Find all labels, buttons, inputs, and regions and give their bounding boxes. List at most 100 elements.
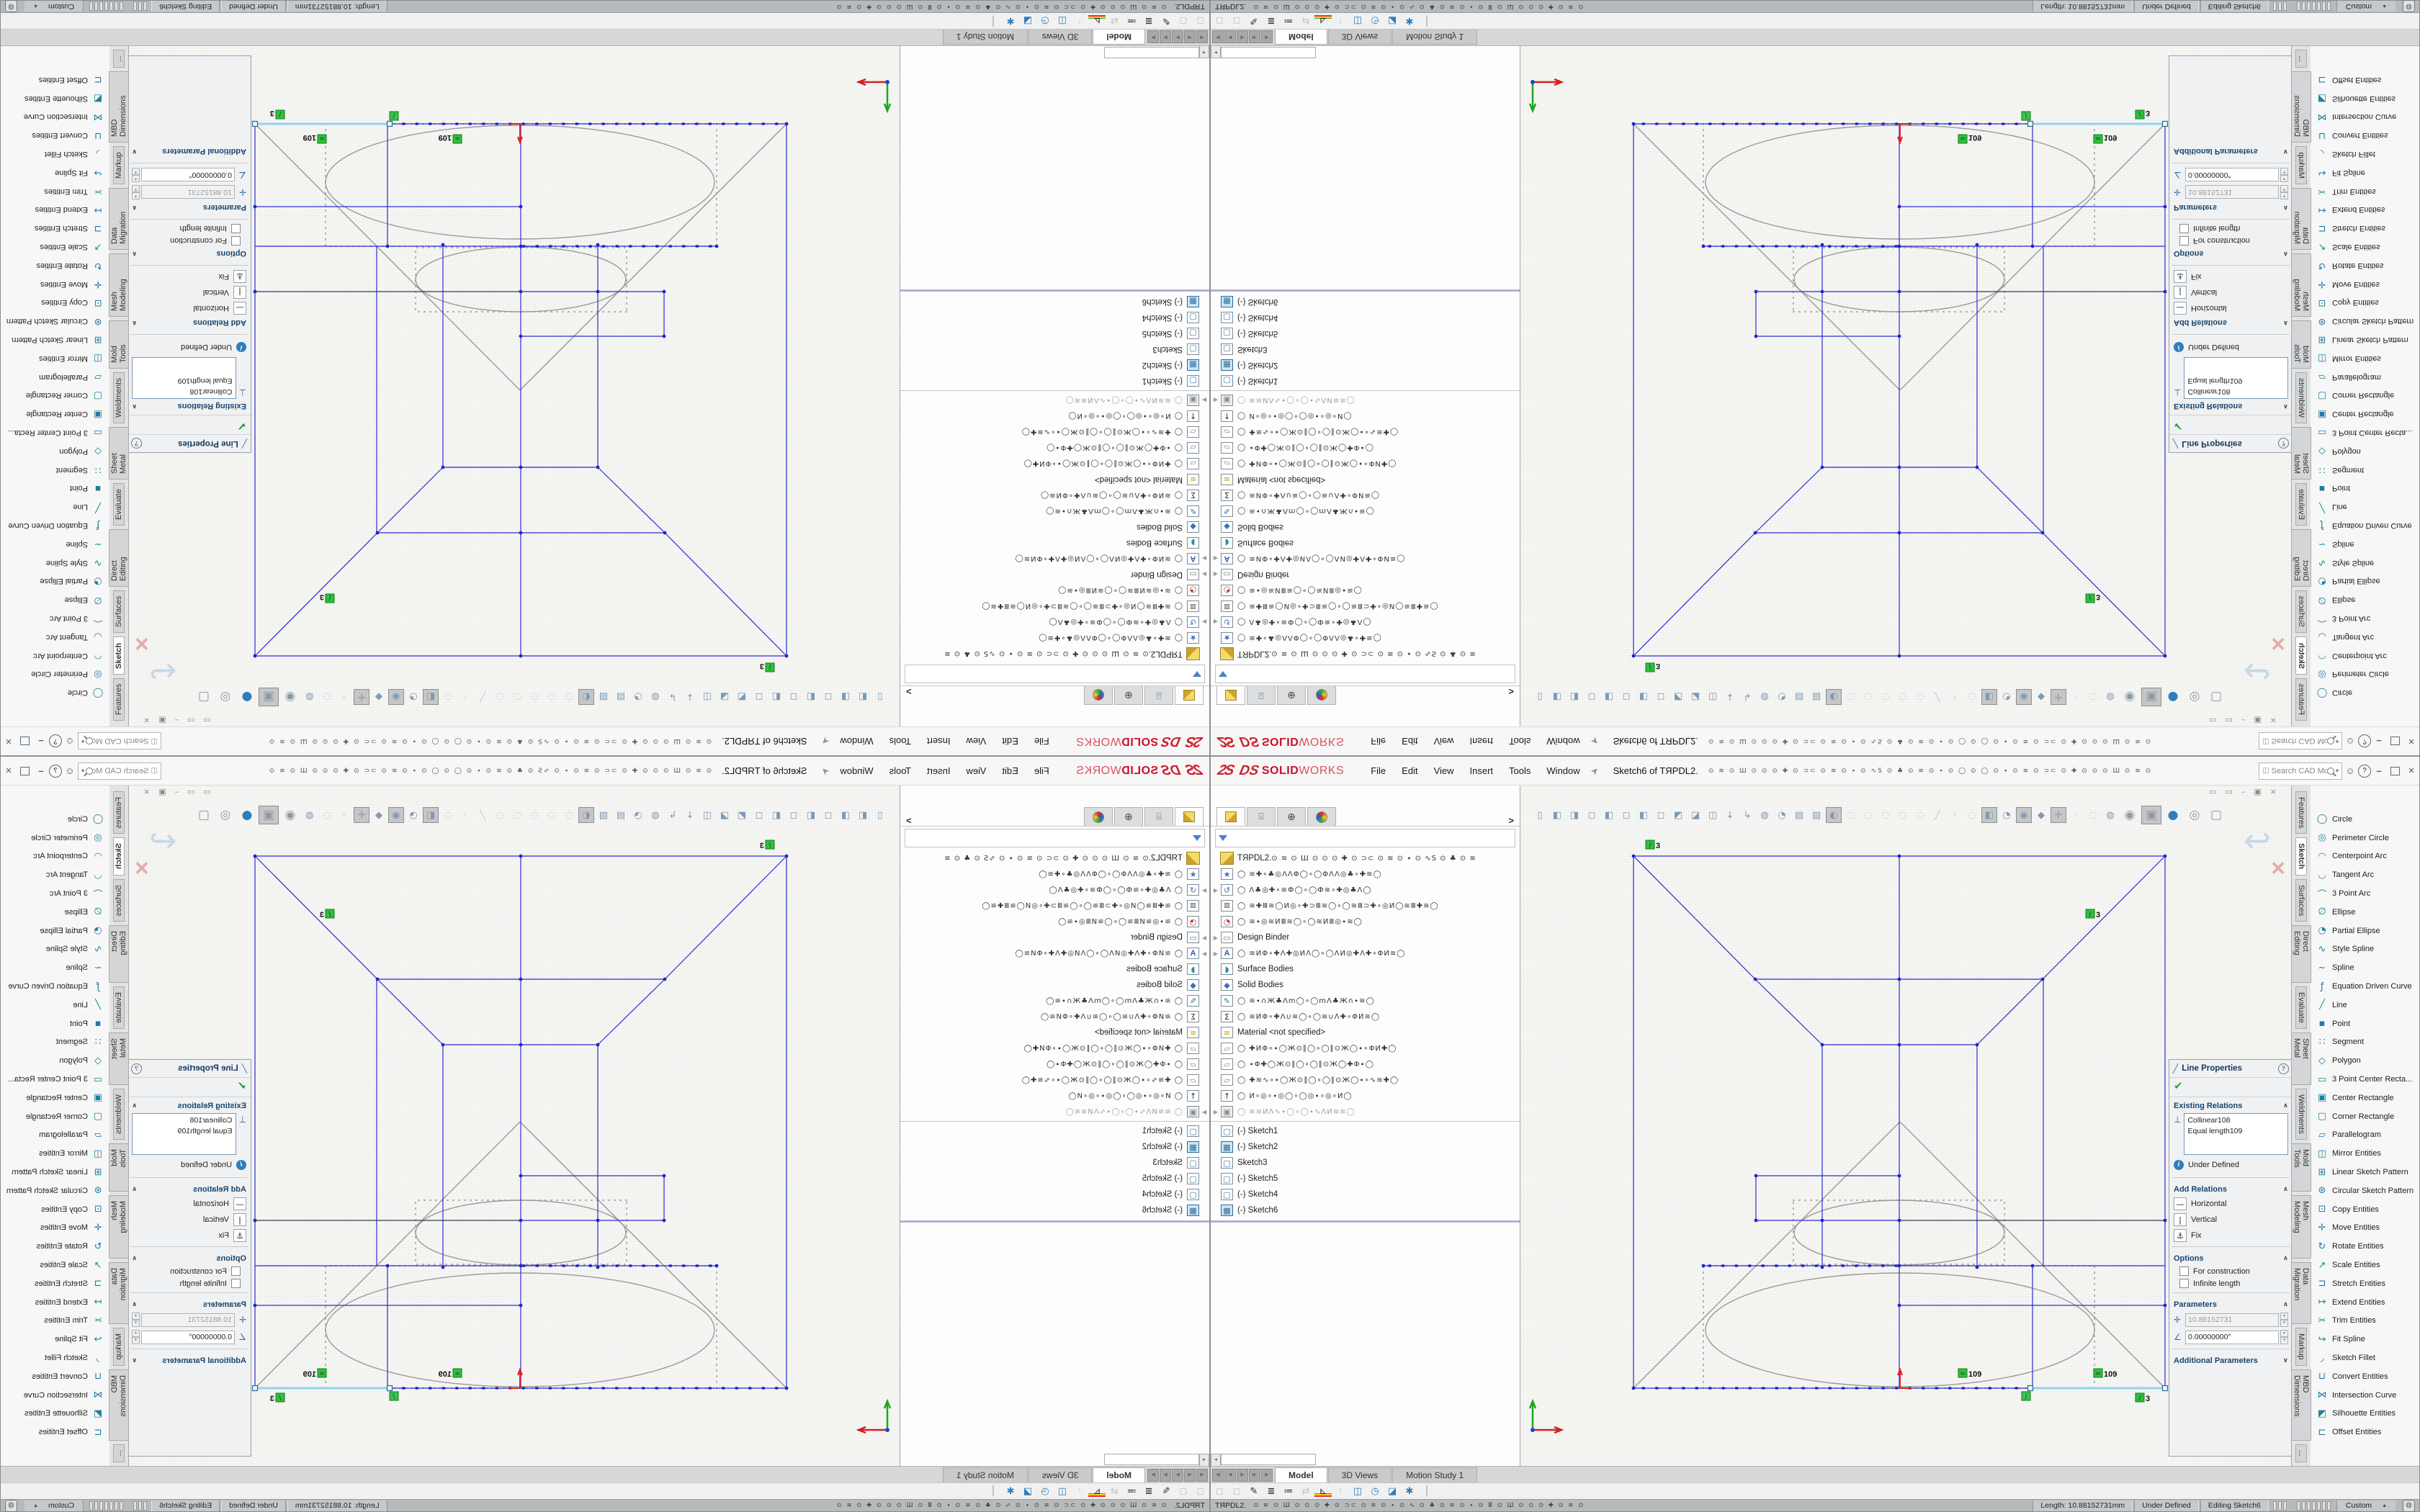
search-dropdown-icon[interactable]: ▾ (2336, 768, 2339, 774)
pin-icon[interactable]: ➤ (818, 764, 832, 778)
search-box[interactable]: ◫ Search CAD Models ▾ (2259, 733, 2342, 750)
sketch-tool-item[interactable]: ◞ Sketch Fillet (2311, 145, 2419, 163)
toolbar-icon[interactable]: ◌ (1895, 689, 1911, 705)
graphics-area[interactable]: ▭▭–▣× ▯◧◨◻◧◻◧◻◩◪◫↓↳◍◔▤▨◐◌◌◌◌◌╱◦◌◧◔◉◆✛◦◌◍… (1520, 46, 2291, 726)
search-icon[interactable] (2327, 738, 2334, 745)
toolbar-icon[interactable]: ◌ (2085, 807, 2101, 823)
collapse-icon[interactable]: ∧ (2283, 1301, 2288, 1308)
tree-row[interactable]: ▶ ▢ (-) Sketch4 (1211, 310, 1520, 325)
sketch-tool-item[interactable]: ◩ Silhouette Entities (1, 1405, 109, 1423)
tree-row[interactable]: ▶ ▢ (-) Sketch4 (1211, 1187, 1520, 1202)
section-parameters[interactable]: Parameters ∧ (2169, 201, 2291, 216)
tree-row[interactable]: ▶ TЯPDL2. ⊙ ≋ ⊙ Ш ⊙ ⊙ ⊙ ✚ ⊙ ⊃⊂ ⊙ ≋ ⊙ ∙ ⊙… (1211, 850, 1520, 866)
tree-row[interactable]: ▶ ◔ ◯ ≋∙◎≋ИⅢ≋◯∘◯≋ИⅢ◎∙≋◯ (900, 914, 1209, 930)
section-existing-relations[interactable]: Existing Relations ∧ (2169, 400, 2291, 415)
tree-row[interactable]: ▶ ▦ (-) Sketch6 (1211, 294, 1520, 310)
section-existing-relations[interactable]: Existing Relations ∧ (129, 400, 251, 415)
spinner-stepper[interactable]: ▴▾ (2280, 1330, 2288, 1344)
commandmanager-tab[interactable]: Markup (113, 1328, 125, 1366)
toolbar-icon[interactable]: ◩ (734, 689, 750, 705)
commandmanager-tab[interactable]: ... (2295, 50, 2307, 68)
motionmanager-icon[interactable]: │ (1418, 16, 1435, 27)
panel-help-icon[interactable]: ? (2278, 1063, 2289, 1074)
motionmanager-icon[interactable]: ⁞ (1332, 17, 1349, 24)
sketch-tool-item[interactable]: ◎ Perimeter Circle (1, 829, 109, 847)
relation-item[interactable]: Collinear108 (135, 386, 233, 397)
section-existing-relations[interactable]: Existing Relations ∧ (129, 1097, 251, 1112)
tree-row[interactable]: ▶ ✎ ◯ ≋∙∩Ж♣Λm◯∘◯mΛ♣Ж∩∙≋◯ (900, 503, 1209, 519)
toolbar-icon[interactable]: ◧ (1981, 689, 1997, 705)
commandmanager-tab[interactable]: Mold Tools (2291, 320, 2311, 369)
toolbar-icon[interactable]: ▨ (1809, 807, 1824, 823)
toolbar-icon[interactable]: ◉ (388, 807, 404, 823)
section-parameters[interactable]: Parameters ∧ (129, 201, 251, 216)
toolbar-icon[interactable]: ◦ (1947, 807, 1963, 823)
tab-propertymanager[interactable]: ⌸ (1144, 686, 1173, 705)
toolbar-icon[interactable]: ◌ (440, 689, 456, 705)
tree-row[interactable]: ▶ ▥ ◯ ≋✚Ⅲ≋◯И◎∘✚⊃Ⅲ≋◯∘◯≋Ⅲ⊃✚∘◎И◯≋Ⅲ✚≋◯ (1211, 598, 1520, 614)
commandmanager-tab[interactable]: Surfaces (113, 590, 125, 633)
commandmanager-tab[interactable]: Direct Editing (109, 925, 129, 983)
sketch-tool-item[interactable]: ↗ Scale Entities (1, 1256, 109, 1274)
checkbox[interactable] (231, 1266, 241, 1276)
motionmanager-icon[interactable]: ✎ (1157, 1486, 1175, 1497)
tree-row[interactable]: ▶ ▥ ◯ ≋✚Ⅲ≋◯И◎∘✚⊃Ⅲ≋◯∘◯≋Ⅲ⊃✚∘◎И◯≋Ⅲ✚≋◯ (1211, 898, 1520, 914)
search-dropdown-icon[interactable]: ▾ (2336, 738, 2339, 744)
motionmanager-icon[interactable]: ✎ (1157, 16, 1175, 27)
search-box[interactable]: ◫ Search CAD Models ▾ (78, 762, 161, 780)
status-custom-dropdown[interactable]: Custom ▲ (24, 1500, 84, 1511)
sketch-tool-item[interactable]: ⊞ Linear Sketch Pattern (2311, 1163, 2419, 1182)
user-account-icon[interactable]: ☺ (2343, 736, 2357, 747)
graphics-area[interactable]: ▭▭–▣× ▯◧◨◻◧◻◧◻◩◪◫↓↳◍◔▤▨◐◌◌◌◌◌╱◦◌◧◔◉◆✛◦◌◍… (129, 46, 900, 726)
toolbar-icon[interactable]: ◻ (820, 807, 836, 823)
motionmanager-icon[interactable]: ≔ (1280, 1486, 1297, 1497)
add-relation-button[interactable]: ⚓ Fix (2169, 269, 2291, 284)
help-icon[interactable]: ? (2358, 765, 2371, 778)
expand-arrow-icon[interactable]: ▶ (1199, 950, 1209, 957)
toolbar-icon[interactable]: ▨ (596, 807, 611, 823)
tree-row[interactable]: ▶ ▱ ◯ ∙Φ✚◯Ж⊙∥◯∘◯∥⊙Ж◯✚Φ∙◯ (900, 440, 1209, 456)
commandmanager-tab[interactable]: Mesh Modeling (2291, 1195, 2311, 1259)
sketch-tool-item[interactable]: ⊛ Circular Sketch Pattern (2311, 312, 2419, 330)
sketch-tool-item[interactable]: ⊏ Offset Entities (1, 1423, 109, 1441)
toolbar-icon[interactable]: ▣ (2141, 688, 2161, 706)
menu-item[interactable]: File (1363, 733, 1394, 750)
add-relation-button[interactable]: ⚓ Fix (129, 269, 251, 284)
sketch-tool-item[interactable]: ƒ Equation Driven Curve (1, 516, 109, 535)
tree-rollback-bar[interactable] (1211, 289, 1520, 292)
motionmanager-icon[interactable]: ✱ (1002, 16, 1019, 27)
toolbar-icon[interactable]: ◧ (1601, 807, 1617, 823)
section-additional-parameters[interactable]: Additional Parameters ∨ (2169, 145, 2291, 160)
tab-displaymanager[interactable] (1307, 686, 1336, 705)
commandmanager-tab[interactable]: Direct Editing (109, 529, 129, 587)
collapse-icon[interactable]: ∧ (132, 1301, 137, 1308)
sketch-tool-item[interactable]: ╱ Line (2311, 996, 2419, 1014)
cancel-sketch-icon[interactable]: × (2271, 855, 2285, 883)
expand-arrow-icon[interactable]: ▶ (1211, 556, 1221, 562)
model-tab[interactable]: 3D Views (1328, 30, 1392, 45)
toolbar-icon[interactable]: ◻ (1584, 807, 1600, 823)
commandmanager-tab[interactable]: Sheet Metal (109, 427, 129, 480)
menu-item[interactable]: Insert (1462, 762, 1502, 779)
search-icon[interactable] (2327, 768, 2334, 775)
motionmanager-icon[interactable]: ⊾ (1314, 1486, 1332, 1497)
relations-listbox[interactable]: Collinear108 Equal length109 (132, 1113, 236, 1155)
relation-item[interactable]: Collinear108 (135, 1115, 233, 1126)
expand-arrow-icon[interactable]: ▶ (1199, 619, 1209, 626)
tree-row[interactable]: ▶ ▭ Design Binder (1211, 930, 1520, 945)
sketch-tool-item[interactable]: ◡ Tangent Arc (2311, 628, 2419, 647)
doc-window-control-icon[interactable]: ▭ (204, 787, 211, 796)
toolbar-icon[interactable]: ◻ (786, 807, 802, 823)
doc-window-control-icon[interactable]: ▭ (187, 716, 194, 725)
toolbar-icon[interactable]: ╱ (1930, 689, 1945, 705)
close-button[interactable]: × (1, 735, 16, 747)
toolbar-icon[interactable]: ◧ (803, 807, 819, 823)
sketch-tool-item[interactable]: ∅ Ellipse (2311, 903, 2419, 922)
ok-button[interactable]: ✔ (129, 415, 251, 434)
user-account-icon[interactable]: ☺ (63, 765, 77, 776)
motionmanager-icon[interactable]: ≣ (1140, 1486, 1157, 1497)
expand-arrow-icon[interactable]: ▶ (1199, 556, 1209, 562)
toolbar-icon[interactable]: ◌ (492, 689, 508, 705)
toolbar-icon[interactable]: ◧ (1636, 689, 1652, 705)
tree-row[interactable]: ▶ ★ ◯ ≋✚∘♣◎ΛΛΦ◯∘◯ΦΛΛ◎♣∘✚≋◯ (900, 630, 1209, 646)
